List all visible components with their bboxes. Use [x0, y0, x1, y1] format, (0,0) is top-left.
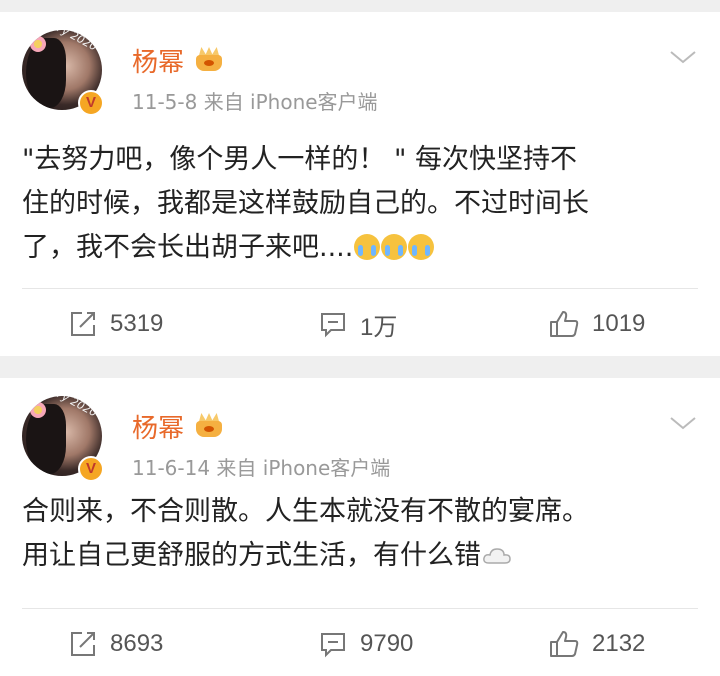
comment-button[interactable]: 1万: [318, 294, 397, 354]
verified-badge: V: [78, 456, 104, 482]
repost-icon: [71, 312, 95, 336]
repost-button[interactable]: 8693: [68, 614, 163, 674]
action-bar: 5319 1万 1019: [0, 294, 720, 354]
verified-badge: V: [78, 90, 104, 116]
weibo-post: Yy 2020 V 杨幂 11-6-14 来自 iPhone客户端 合则来，不合…: [0, 378, 720, 676]
post-text: 合则来，不合则散。人生本就没有不散的宴席。 用让自己更舒服的方式生活，有什么错: [22, 490, 702, 578]
post-text-line: 用让自己更舒服的方式生活，有什么错: [22, 534, 702, 578]
weibo-post: Yy 2020 V 杨幂 11-5-8 来自 iPhone客户端 "去努力吧，像…: [0, 12, 720, 356]
divider: [22, 288, 698, 289]
post-text-line-content: 了，我不会长出胡子来吧....: [22, 232, 354, 263]
thumbs-up-icon: [550, 631, 579, 657]
comment-count: 9790: [360, 630, 414, 657]
author-name[interactable]: 杨幂: [132, 42, 184, 79]
crown-icon: [194, 413, 224, 439]
post-text-line: 了，我不会长出胡子来吧....: [22, 226, 702, 270]
crying-face-icon: [381, 234, 408, 260]
author-row: 杨幂: [132, 40, 224, 80]
comment-button[interactable]: 9790: [318, 614, 413, 674]
avatar-flower: [30, 36, 46, 52]
post-text-line: 住的时候，我都是这样鼓励自己的。不过时间长: [22, 188, 589, 219]
like-button[interactable]: 1019: [548, 294, 645, 354]
chevron-down-icon[interactable]: [668, 46, 698, 68]
comment-icon: [321, 633, 345, 658]
action-bar: 8693 9790 2132: [0, 614, 720, 674]
post-text-line: "去努力吧，像个男人一样的！ " 每次快坚持不: [22, 144, 578, 175]
crying-face-icon: [354, 234, 381, 260]
avatar-flower: [30, 402, 46, 418]
crown-icon: [194, 47, 224, 73]
repost-icon: [71, 632, 95, 656]
divider: [22, 608, 698, 609]
like-count: 1019: [592, 310, 646, 337]
avatar[interactable]: Yy 2020 V: [22, 30, 110, 118]
repost-button[interactable]: 5319: [68, 294, 163, 354]
post-text-line: 合则来，不合则散。人生本就没有不散的宴席。: [22, 496, 589, 527]
like-count: 2132: [592, 630, 646, 657]
post-text: "去努力吧，像个男人一样的！ " 每次快坚持不 住的时候，我都是这样鼓励自己的。…: [22, 138, 702, 270]
cloud-icon: [483, 548, 511, 564]
post-meta: 11-5-8 来自 iPhone客户端: [132, 90, 378, 114]
author-name[interactable]: 杨幂: [132, 408, 184, 445]
weibo-feed: Yy 2020 V 杨幂 11-5-8 来自 iPhone客户端 "去努力吧，像…: [0, 0, 720, 676]
like-button[interactable]: 2132: [548, 614, 645, 674]
chevron-down-icon[interactable]: [668, 412, 698, 434]
post-meta: 11-6-14 来自 iPhone客户端: [132, 456, 391, 480]
comment-icon: [321, 313, 345, 338]
author-row: 杨幂: [132, 406, 224, 446]
comment-count: 1万: [360, 313, 398, 341]
repost-count: 8693: [110, 630, 164, 657]
avatar[interactable]: Yy 2020 V: [22, 396, 110, 484]
post-text-line-content: 用让自己更舒服的方式生活，有什么错: [22, 540, 481, 571]
repost-count: 5319: [110, 310, 164, 337]
thumbs-up-icon: [550, 311, 579, 337]
crying-face-icon: [408, 234, 435, 260]
